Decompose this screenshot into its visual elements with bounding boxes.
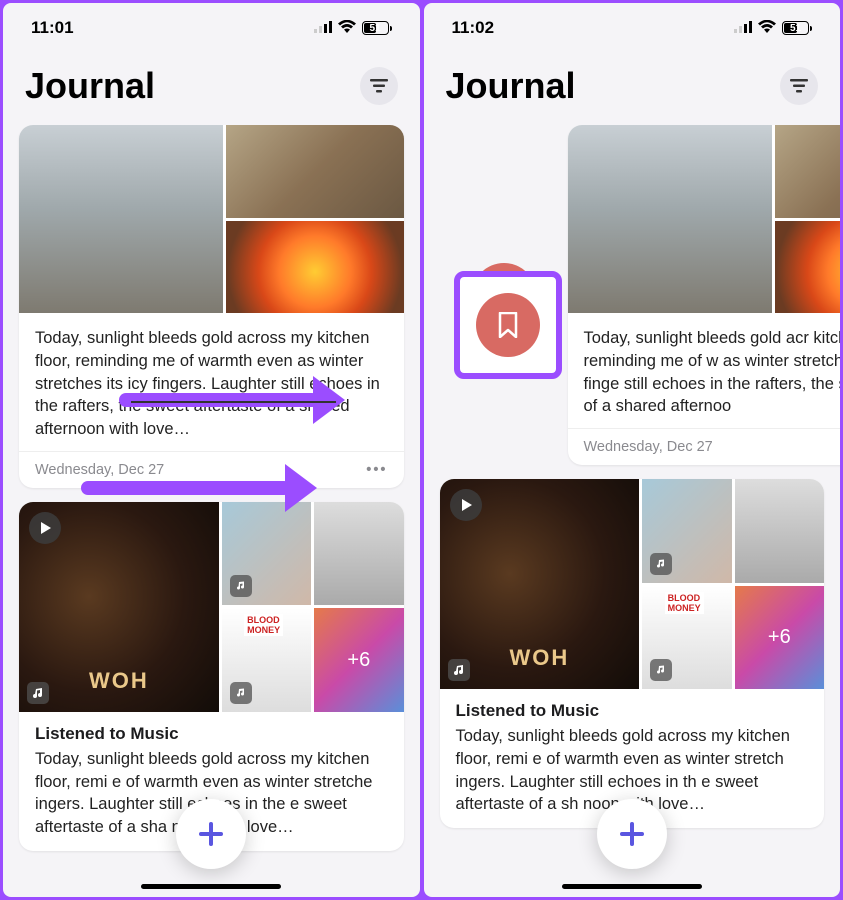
filter-button[interactable] — [360, 67, 398, 105]
music-icon — [230, 575, 252, 597]
home-indicator[interactable] — [141, 884, 281, 889]
music-album-main: WOH — [440, 479, 640, 689]
entry-images — [568, 125, 841, 313]
header: Journal — [424, 53, 841, 125]
phone-right: 11:02 51 Journal — [424, 3, 841, 897]
cellular-icon — [314, 18, 332, 38]
entry-photo-3 — [775, 221, 840, 314]
music-album-main: WOH — [19, 502, 219, 712]
plus-icon — [197, 820, 225, 848]
entry-date: Wednesday, Dec 27 — [35, 462, 164, 478]
music-album-3 — [314, 502, 403, 606]
journal-entry-card[interactable]: Today, sunlight bleeds gold acr kitchen … — [568, 125, 841, 465]
home-indicator[interactable] — [562, 884, 702, 889]
header: Journal — [3, 53, 420, 125]
music-icon — [650, 553, 672, 575]
music-icon — [27, 682, 49, 704]
plus-icon — [618, 820, 646, 848]
music-entry-card[interactable]: WOH BLOODMONEY +6 Listened to Music Toda… — [440, 479, 825, 828]
phone-left: 11:01 51 Journal Today, sun — [3, 3, 420, 897]
wifi-icon — [338, 18, 356, 38]
annotation-arrow — [119, 393, 319, 407]
entry-text: Today, sunlight bleeds gold acr kitchen … — [584, 327, 841, 418]
wifi-icon — [758, 18, 776, 38]
music-album-4: BLOODMONEY — [642, 586, 731, 690]
music-album-2 — [222, 502, 311, 606]
page-title: Journal — [25, 65, 155, 107]
music-overflow[interactable]: +6 — [735, 586, 824, 690]
page-title: Journal — [446, 65, 576, 107]
annotation-strike — [131, 401, 336, 403]
music-entry-title: Listened to Music — [19, 712, 404, 748]
filter-icon — [790, 79, 808, 93]
entry-photo-1 — [568, 125, 772, 313]
add-button[interactable] — [176, 799, 246, 869]
battery-icon: 51 — [782, 21, 812, 35]
annotation-highlight — [454, 271, 562, 379]
filter-button[interactable] — [780, 67, 818, 105]
music-icon — [230, 682, 252, 704]
play-icon[interactable] — [29, 512, 61, 544]
music-overflow[interactable]: +6 — [314, 608, 403, 712]
music-entry-title: Listened to Music — [440, 689, 825, 725]
music-album-4: BLOODMONEY — [222, 608, 311, 712]
music-icon — [448, 659, 470, 681]
entry-date: Wednesday, Dec 27 — [584, 439, 713, 455]
status-time: 11:02 — [452, 18, 495, 38]
entry-images — [19, 125, 404, 313]
music-album-3 — [735, 479, 824, 583]
play-icon[interactable] — [450, 489, 482, 521]
entry-photo-1 — [19, 125, 223, 313]
more-button[interactable]: ••• — [366, 462, 387, 478]
status-time: 11:01 — [31, 18, 74, 38]
music-album-2 — [642, 479, 731, 583]
battery-icon: 51 — [362, 21, 392, 35]
entry-photo-2 — [775, 125, 840, 218]
entry-photo-2 — [226, 125, 403, 218]
status-bar: 11:01 51 — [3, 3, 420, 53]
bookmark-button[interactable] — [476, 293, 540, 357]
annotation-arrow — [81, 481, 291, 495]
journal-entry-card[interactable]: Today, sunlight bleeds gold across my ki… — [19, 125, 404, 488]
status-bar: 11:02 51 — [424, 3, 841, 53]
cellular-icon — [734, 18, 752, 38]
bookmark-icon — [497, 312, 519, 338]
filter-icon — [370, 79, 388, 93]
entry-photo-3 — [226, 221, 403, 314]
add-button[interactable] — [597, 799, 667, 869]
music-icon — [650, 659, 672, 681]
